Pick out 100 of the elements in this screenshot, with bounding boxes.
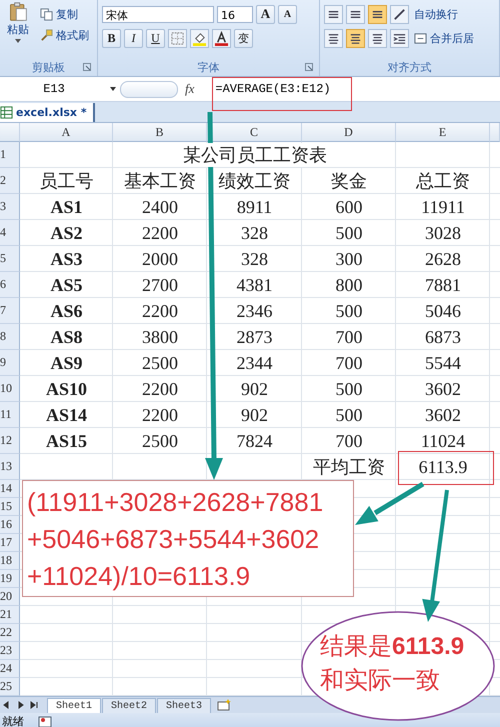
- launcher-icon[interactable]: [83, 63, 91, 71]
- row-number[interactable]: 8: [0, 324, 20, 350]
- column-header[interactable]: C: [207, 123, 302, 142]
- table-cell: 2200: [142, 378, 178, 400]
- bold-button[interactable]: B: [102, 28, 121, 48]
- group-label: 对齐方式: [388, 60, 432, 74]
- table-cell: AS1: [50, 196, 82, 218]
- row-number[interactable]: 12: [0, 428, 20, 454]
- table-cell: 7881: [425, 274, 461, 296]
- row-number[interactable]: 15: [0, 498, 20, 516]
- table-cell: 3800: [142, 326, 178, 348]
- border-icon[interactable]: [168, 28, 187, 48]
- table-cell: AS8: [50, 326, 82, 348]
- column-header[interactable]: D: [302, 123, 396, 142]
- insert-sheet-icon[interactable]: [216, 699, 232, 711]
- row-number[interactable]: 5: [0, 246, 20, 272]
- row-number[interactable]: 3: [0, 194, 20, 220]
- row-number[interactable]: 6: [0, 272, 20, 298]
- insert-function-button[interactable]: fx: [182, 81, 198, 97]
- phonetic-button[interactable]: 变: [234, 28, 253, 48]
- table-cell: 5046: [425, 300, 461, 322]
- row-number[interactable]: 23: [0, 642, 20, 660]
- table-cell: 3602: [425, 378, 461, 400]
- table-cell: AS10: [46, 378, 87, 400]
- merge-center-button[interactable]: 合并后居: [412, 30, 476, 46]
- table-cell: 902: [241, 378, 268, 400]
- vertical-align-icon[interactable]: [324, 4, 343, 24]
- text-align-icon[interactable]: [346, 28, 365, 48]
- row-number[interactable]: 19: [0, 570, 20, 588]
- status-text: 就绪: [2, 714, 24, 727]
- workbook-tab[interactable]: excel.xlsx *: [0, 103, 95, 122]
- row-number[interactable]: 20: [0, 588, 20, 606]
- table-cell: 800: [336, 274, 362, 296]
- copy-button[interactable]: 复制: [38, 6, 91, 23]
- table-cell: 500: [336, 404, 362, 426]
- italic-button[interactable]: I: [124, 28, 143, 48]
- table-cell-text: 平均工资: [313, 456, 385, 479]
- table-cell: 8911: [236, 196, 272, 218]
- row-number[interactable]: 25: [0, 678, 20, 696]
- row-number[interactable]: 7: [0, 298, 20, 324]
- name-box[interactable]: E13: [2, 82, 106, 96]
- text-align-icon[interactable]: [368, 28, 387, 48]
- font-size-field[interactable]: 16: [217, 6, 253, 22]
- column-header[interactable]: A: [20, 123, 113, 142]
- font-color-icon[interactable]: [212, 28, 231, 48]
- row-number[interactable]: 22: [0, 624, 20, 642]
- caret-icon[interactable]: [15, 39, 21, 43]
- vertical-align-icon[interactable]: [346, 4, 365, 24]
- table-cell: 2200: [142, 404, 178, 426]
- orientation-icon[interactable]: [390, 4, 409, 24]
- row-number[interactable]: 17: [0, 534, 20, 552]
- column-header[interactable]: E: [396, 123, 490, 142]
- fill-color-icon[interactable]: [190, 28, 209, 48]
- wrap-text-button[interactable]: 自动换行: [412, 6, 460, 22]
- shrink-font-button[interactable]: A: [278, 4, 297, 24]
- table-cell: 11911: [421, 196, 465, 218]
- table-cell: 6113.9: [418, 456, 468, 478]
- table-cell: 4381: [236, 274, 272, 296]
- table-cell: 5544: [425, 352, 461, 374]
- font-name-field[interactable]: 宋体: [102, 6, 214, 22]
- row-number[interactable]: 24: [0, 660, 20, 678]
- clipboard-icon[interactable]: [7, 2, 29, 22]
- table-cell: 328: [241, 222, 268, 244]
- text-align-icon[interactable]: [324, 28, 343, 48]
- vertical-align-icon[interactable]: [368, 4, 387, 24]
- table-cell: 2400: [142, 196, 178, 218]
- table-cell-text: 绩效工资: [218, 170, 290, 193]
- indent-icon[interactable]: [390, 28, 409, 48]
- row-number[interactable]: 14: [0, 480, 20, 498]
- row-number[interactable]: 11: [0, 402, 20, 428]
- table-cell: 3602: [425, 404, 461, 426]
- grow-font-button[interactable]: A: [256, 4, 275, 24]
- underline-button[interactable]: U: [146, 28, 165, 48]
- sheet-tab[interactable]: Sheet3: [157, 698, 212, 713]
- table-cell: AS2: [50, 222, 82, 244]
- row-number[interactable]: 2: [0, 168, 20, 194]
- row-number[interactable]: 10: [0, 376, 20, 402]
- result-note: 结果是6113.9 和实际一致: [320, 632, 464, 696]
- paste-button[interactable]: 粘贴: [7, 22, 29, 37]
- format-painter-button[interactable]: 格式刷: [38, 27, 91, 44]
- row-number[interactable]: 9: [0, 350, 20, 376]
- table-cell: 2344: [236, 352, 272, 374]
- column-header[interactable]: B: [113, 123, 207, 142]
- macro-record-icon[interactable]: [38, 714, 52, 727]
- row-number[interactable]: 18: [0, 552, 20, 570]
- launcher-icon[interactable]: [305, 63, 313, 71]
- formula-field[interactable]: =AVERAGE(E3:E12): [201, 82, 331, 96]
- table-cell: 300: [336, 248, 362, 270]
- row-number[interactable]: 21: [0, 606, 20, 624]
- table-cell: 500: [336, 378, 362, 400]
- row-number[interactable]: 13: [0, 454, 20, 480]
- sheet-tab[interactable]: Sheet2: [102, 698, 156, 713]
- row-number[interactable]: 16: [0, 516, 20, 534]
- table-cell: 600: [336, 196, 362, 218]
- caret-icon[interactable]: [110, 87, 116, 91]
- row-number[interactable]: 4: [0, 220, 20, 246]
- row-number[interactable]: 1: [0, 142, 20, 168]
- sheet-tab[interactable]: Sheet1: [47, 698, 102, 713]
- table-cell: 2200: [142, 300, 178, 322]
- table-cell: 7824: [236, 430, 272, 452]
